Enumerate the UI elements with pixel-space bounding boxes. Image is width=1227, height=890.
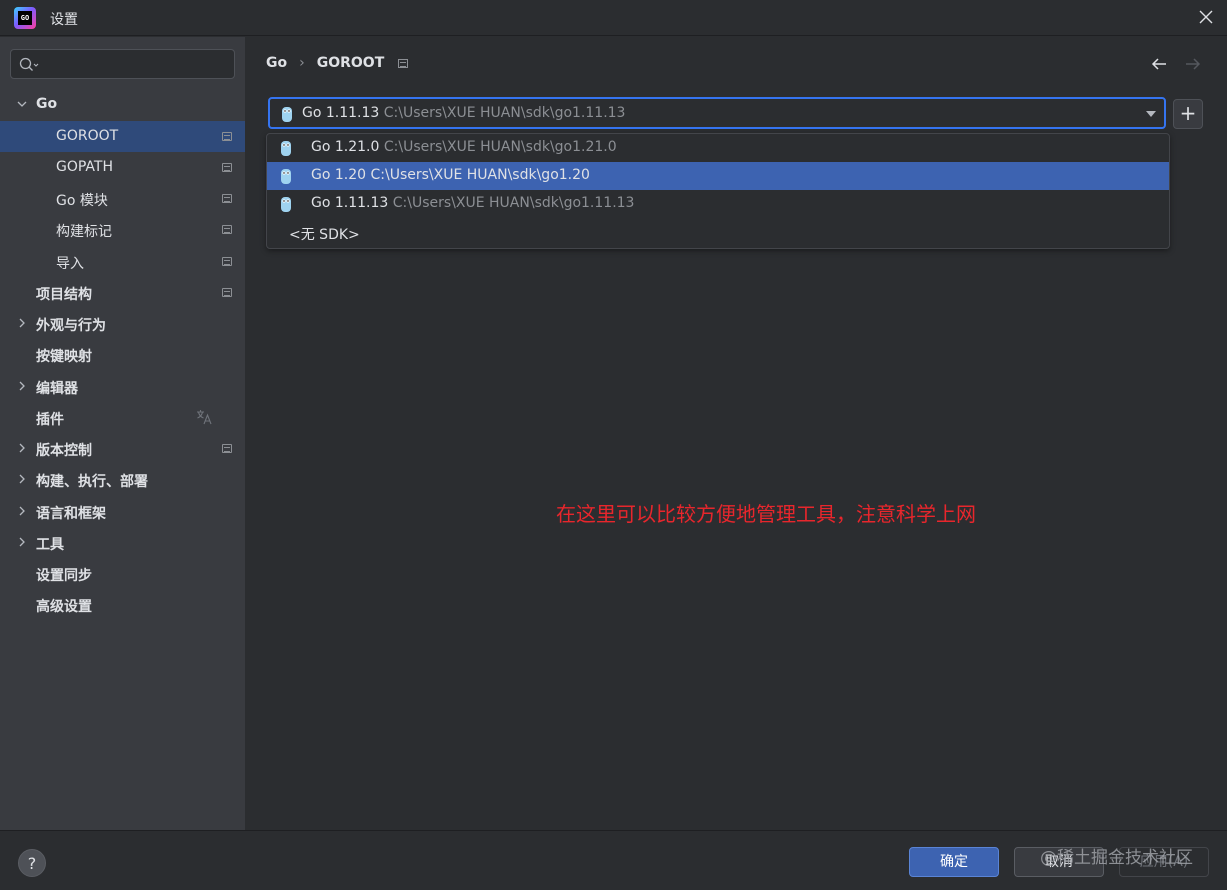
sidebar-item-label: 设置同步 bbox=[36, 568, 92, 584]
sdk-selected-path: C:\Users\XUE HUAN\sdk\go1.11.13 bbox=[383, 105, 626, 121]
gopher-icon bbox=[281, 169, 291, 184]
search-icon bbox=[19, 57, 39, 71]
sidebar-item-go[interactable]: Go bbox=[0, 89, 245, 120]
sidebar-item-label: 导入 bbox=[56, 256, 84, 272]
window-title: 设置 bbox=[50, 12, 78, 28]
sdk-option-name: Go 1.21.0 bbox=[311, 139, 380, 155]
watermark: @稀土掘金技术社区 bbox=[1040, 848, 1193, 868]
help-button[interactable]: ? bbox=[18, 849, 46, 877]
sdk-option[interactable]: Go 1.20 C:\Users\XUE HUAN\sdk\go1.20 bbox=[267, 162, 1169, 190]
sdk-option-text: Go 1.11.13 C:\Users\XUE HUAN\sdk\go1.11.… bbox=[311, 195, 634, 211]
sidebar-item-label: GOROOT bbox=[56, 128, 119, 144]
chevron-right-icon[interactable] bbox=[16, 536, 28, 548]
sidebar-item-plugins[interactable]: 插件 bbox=[0, 402, 245, 433]
sidebar-item-label: 工具 bbox=[36, 537, 64, 553]
sidebar-item-languages-frameworks[interactable]: 语言和框架 bbox=[0, 496, 245, 527]
sdk-option-path: C:\Users\XUE HUAN\sdk\go1.11.13 bbox=[392, 195, 635, 211]
chevron-right-icon: › bbox=[299, 55, 305, 71]
sidebar-item-label: GOPATH bbox=[56, 159, 113, 175]
sdk-option-text: Go 1.20 C:\Users\XUE HUAN\sdk\go1.20 bbox=[311, 167, 590, 183]
goland-app-icon: GO bbox=[14, 7, 36, 29]
sidebar-item-label: 插件 bbox=[36, 412, 64, 428]
sdk-option-name: Go 1.11.13 bbox=[311, 195, 389, 211]
project-scope-icon bbox=[222, 444, 232, 453]
sdk-selected-name: Go 1.11.13 bbox=[302, 105, 380, 121]
breadcrumb-parent[interactable]: Go bbox=[266, 55, 287, 71]
chevron-down-icon[interactable] bbox=[16, 98, 28, 110]
sidebar-item-label: Go 模块 bbox=[56, 193, 108, 209]
sdk-selector[interactable]: Go 1.11.13 C:\Users\XUE HUAN\sdk\go1.11.… bbox=[268, 97, 1166, 129]
settings-search[interactable] bbox=[10, 49, 235, 79]
no-sdk-label: <无 SDK> bbox=[289, 227, 360, 243]
sdk-option-none[interactable]: <无 SDK> bbox=[267, 219, 1169, 247]
sidebar-item-goroot[interactable]: GOROOT bbox=[0, 121, 245, 152]
search-input[interactable] bbox=[45, 54, 225, 74]
sdk-selected-value: Go 1.11.13 C:\Users\XUE HUAN\sdk\go1.11.… bbox=[302, 105, 625, 121]
sdk-option-name: Go 1.20 bbox=[311, 167, 367, 183]
project-scope-icon bbox=[222, 288, 232, 297]
sidebar-item-label: 语言和框架 bbox=[36, 506, 106, 522]
project-scope-icon bbox=[222, 132, 232, 141]
sidebar-item-go-modules[interactable]: Go 模块 bbox=[0, 183, 245, 214]
settings-dialog: GO 设置 Go GOROOT GOPATH Go 模块 构建标记 导入 项目结… bbox=[0, 0, 1227, 890]
chevron-right-icon[interactable] bbox=[16, 473, 28, 485]
project-scope-icon bbox=[222, 163, 232, 172]
dropdown-arrow-icon[interactable] bbox=[1146, 111, 1156, 117]
gopher-icon bbox=[281, 197, 291, 212]
sidebar-item-label: 高级设置 bbox=[36, 599, 92, 615]
settings-content: Go › GOROOT Go 1.11.13 C:\Users\XUE HUAN… bbox=[246, 37, 1227, 830]
breadcrumb-current: GOROOT bbox=[316, 55, 385, 71]
translate-icon bbox=[197, 410, 212, 425]
sidebar-item-appearance[interactable]: 外观与行为 bbox=[0, 308, 245, 339]
sidebar-item-settings-sync[interactable]: 设置同步 bbox=[0, 558, 245, 589]
sidebar-item-label: 版本控制 bbox=[36, 443, 92, 459]
close-icon[interactable] bbox=[1195, 6, 1217, 28]
ok-button[interactable]: 确定 bbox=[909, 847, 999, 877]
project-scope-icon bbox=[222, 225, 232, 234]
annotation-text: 在这里可以比较方便地管理工具，注意科学上网 bbox=[556, 502, 976, 526]
chevron-right-icon[interactable] bbox=[16, 317, 28, 329]
sidebar-item-build-exec-deploy[interactable]: 构建、执行、部署 bbox=[0, 464, 245, 495]
sidebar-item-label: 项目结构 bbox=[36, 287, 92, 303]
sidebar-item-version-control[interactable]: 版本控制 bbox=[0, 433, 245, 464]
title-bar: GO 设置 bbox=[0, 0, 1227, 36]
sidebar-item-gopath[interactable]: GOPATH bbox=[0, 152, 245, 183]
project-scope-icon bbox=[222, 194, 232, 203]
sidebar-item-project-structure[interactable]: 项目结构 bbox=[0, 277, 245, 308]
forward-arrow-icon[interactable] bbox=[1183, 54, 1203, 74]
breadcrumb: Go › GOROOT bbox=[266, 55, 409, 71]
sdk-option[interactable]: Go 1.11.13 C:\Users\XUE HUAN\sdk\go1.11.… bbox=[267, 190, 1169, 218]
settings-sidebar: Go GOROOT GOPATH Go 模块 构建标记 导入 项目结构 外观与行… bbox=[0, 37, 245, 830]
sidebar-item-label: 按键映射 bbox=[36, 349, 92, 365]
project-scope-icon bbox=[222, 257, 232, 266]
add-sdk-button[interactable]: + bbox=[1173, 99, 1203, 129]
dialog-footer: ? 确定 取消 应用(A) @稀土掘金技术社区 bbox=[0, 830, 1227, 890]
sidebar-item-tools[interactable]: 工具 bbox=[0, 527, 245, 558]
sdk-option-text: Go 1.21.0 C:\Users\XUE HUAN\sdk\go1.21.0 bbox=[311, 139, 617, 155]
sidebar-item-build-tags[interactable]: 构建标记 bbox=[0, 214, 245, 245]
sidebar-item-label: 外观与行为 bbox=[36, 318, 106, 334]
sidebar-item-advanced-settings[interactable]: 高级设置 bbox=[0, 589, 245, 620]
chevron-right-icon[interactable] bbox=[16, 380, 28, 392]
project-scope-icon bbox=[398, 58, 409, 68]
sdk-dropdown-list: Go 1.21.0 C:\Users\XUE HUAN\sdk\go1.21.0… bbox=[266, 133, 1170, 249]
gopher-icon bbox=[281, 141, 291, 156]
chevron-right-icon[interactable] bbox=[16, 505, 28, 517]
sdk-option[interactable]: Go 1.21.0 C:\Users\XUE HUAN\sdk\go1.21.0 bbox=[267, 134, 1169, 162]
sdk-option-path: C:\Users\XUE HUAN\sdk\go1.21.0 bbox=[383, 139, 617, 155]
sidebar-item-label: Go bbox=[36, 96, 58, 112]
sidebar-item-label: 构建标记 bbox=[56, 224, 112, 240]
sidebar-item-label: 构建、执行、部署 bbox=[36, 474, 148, 490]
sidebar-item-imports[interactable]: 导入 bbox=[0, 246, 245, 277]
back-arrow-icon[interactable] bbox=[1149, 54, 1169, 74]
sdk-option-path: C:\Users\XUE HUAN\sdk\go1.20 bbox=[370, 167, 590, 183]
chevron-right-icon[interactable] bbox=[16, 442, 28, 454]
sidebar-item-editor[interactable]: 编辑器 bbox=[0, 371, 245, 402]
sidebar-item-keymap[interactable]: 按键映射 bbox=[0, 339, 245, 370]
sidebar-item-label: 编辑器 bbox=[36, 381, 78, 397]
gopher-icon bbox=[282, 107, 292, 122]
